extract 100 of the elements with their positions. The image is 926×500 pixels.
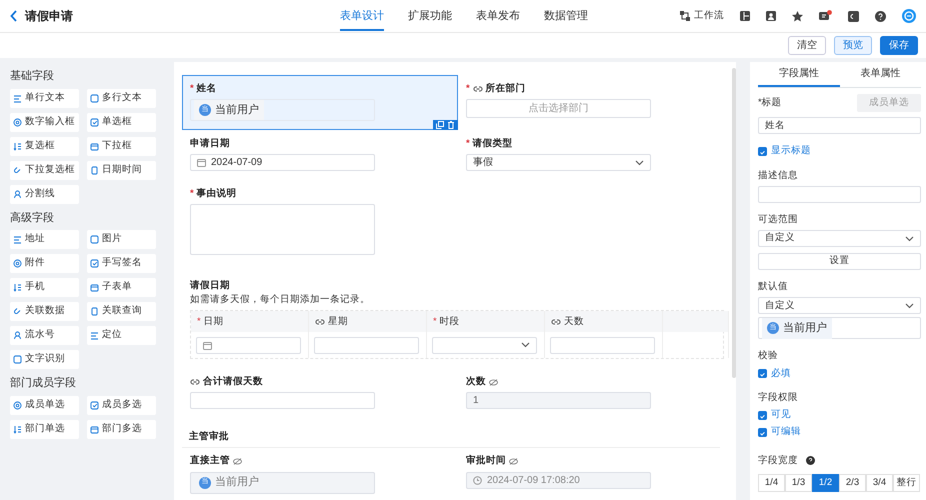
width-option[interactable]: 2/3 xyxy=(839,474,866,492)
checkbox[interactable] xyxy=(758,146,767,156)
checkbox[interactable] xyxy=(758,369,767,378)
link-icon xyxy=(472,85,483,93)
field-type-icon xyxy=(13,190,22,198)
field-type-item[interactable]: 定位 xyxy=(87,326,156,345)
field-type-item[interactable]: 下拉复选框 xyxy=(10,160,79,180)
panel-tab[interactable]: 字段属性 xyxy=(758,62,840,87)
width-option[interactable]: 1/2 xyxy=(812,474,839,492)
group-title: 部门成员字段 xyxy=(10,376,77,391)
description-input[interactable] xyxy=(758,186,921,203)
field-type-item[interactable]: 部门单选 xyxy=(10,420,79,438)
text-field[interactable] xyxy=(190,392,375,410)
select-field[interactable]: 事假 xyxy=(466,154,651,171)
field-type-item[interactable]: 日期时间 xyxy=(87,160,156,180)
field-label: 事由说明 xyxy=(196,186,237,201)
nav-tab[interactable]: 数据管理 xyxy=(544,0,588,32)
field-type-item[interactable]: 手机 xyxy=(10,278,79,297)
range-select[interactable]: 自定义 xyxy=(758,230,921,247)
field-type-icon xyxy=(13,307,22,316)
field-type-item[interactable]: 图片 xyxy=(87,230,156,249)
title-input[interactable]: 姓名 xyxy=(758,117,921,134)
chevron-down-icon xyxy=(905,302,914,309)
field-type-item[interactable]: 分割线 xyxy=(10,184,79,204)
field-type-item[interactable]: 成员多选 xyxy=(87,396,156,414)
panel-tab[interactable]: 表单属性 xyxy=(840,62,921,87)
field-type-item[interactable]: 下拉框 xyxy=(87,136,156,156)
field-type-item[interactable]: 复选框 xyxy=(10,136,79,156)
width-option[interactable]: 1/4 xyxy=(758,474,785,492)
action-button[interactable]: 清空 xyxy=(788,36,826,55)
property-label: 字段宽度 xyxy=(758,454,798,468)
help-icon[interactable] xyxy=(875,10,886,22)
delete-icon[interactable] xyxy=(447,121,455,129)
action-button[interactable]: 保存 xyxy=(880,36,918,55)
field-type-item[interactable]: 子表单 xyxy=(87,278,156,297)
back-icon[interactable] xyxy=(10,10,17,22)
field-type-icon xyxy=(90,94,99,102)
action-button[interactable]: 预览 xyxy=(834,36,872,55)
property-label: *标题 xyxy=(758,96,782,110)
select-field[interactable] xyxy=(432,336,537,354)
section-title: 主管审批 xyxy=(182,418,720,448)
property-label: 描述信息 xyxy=(758,168,799,182)
help-icon xyxy=(806,456,815,466)
text-field[interactable] xyxy=(314,336,419,354)
field-type-item[interactable]: 多行文本 xyxy=(87,88,156,108)
property-label: 可选范围 xyxy=(758,212,799,227)
field-type-item[interactable]: 单选框 xyxy=(87,112,156,132)
field-type-item[interactable]: 附件 xyxy=(10,254,79,273)
field-type-item[interactable]: 流水号 xyxy=(10,326,79,345)
nav-tab[interactable]: 表单发布 xyxy=(476,0,520,32)
nav-tab[interactable]: 表单设计 xyxy=(340,0,384,32)
hidden-icon xyxy=(509,458,518,465)
required-mark: * xyxy=(197,314,201,329)
default-select[interactable]: 自定义 xyxy=(758,297,921,314)
star-icon[interactable] xyxy=(792,10,803,22)
field-type-item[interactable]: 文字识别 xyxy=(10,350,79,369)
width-option[interactable]: 3/4 xyxy=(866,474,893,492)
date-field[interactable]: 2024-07-09 xyxy=(190,154,375,171)
nav-tab[interactable]: 扩展功能 xyxy=(408,0,452,32)
field-type-item[interactable]: 地址 xyxy=(10,230,79,249)
field-type-icon xyxy=(90,166,99,174)
checkbox-label: 可见 xyxy=(771,408,791,422)
field-type-item[interactable]: 部门多选 xyxy=(87,420,156,438)
field-type-item[interactable]: 数字输入框 xyxy=(10,112,79,132)
date-field[interactable] xyxy=(196,336,301,354)
group-title: 基础字段 xyxy=(10,68,55,84)
workflow-icon[interactable] xyxy=(680,11,690,21)
settings-button[interactable]: 设置 xyxy=(758,253,921,270)
field-type-icon xyxy=(90,400,99,410)
field-type-icon xyxy=(13,355,22,364)
link-icon xyxy=(315,318,325,326)
width-option[interactable]: 整行 xyxy=(893,474,920,492)
field-type-item[interactable]: 单行文本 xyxy=(10,88,79,108)
select-value: 自定义 xyxy=(765,231,795,246)
field-label: 审批时间 xyxy=(466,454,506,468)
field-type-item[interactable]: 成员单选 xyxy=(10,396,79,414)
width-option[interactable]: 1/3 xyxy=(785,474,812,492)
field-type-item[interactable]: 关联数据 xyxy=(10,302,79,321)
checkbox[interactable] xyxy=(758,428,767,437)
field-label: 姓名 xyxy=(196,82,217,96)
user-card-icon[interactable] xyxy=(766,11,776,21)
checkbox[interactable] xyxy=(758,410,767,420)
copy-icon[interactable] xyxy=(436,121,444,129)
field-type-item[interactable]: 手写签名 xyxy=(87,254,156,273)
text-field[interactable] xyxy=(550,336,655,354)
avatar-icon[interactable] xyxy=(902,9,916,23)
field-type-item[interactable]: 关联查询 xyxy=(87,302,156,321)
field-type-icon xyxy=(13,94,22,102)
layout-icon[interactable] xyxy=(740,11,750,21)
field-type-icon xyxy=(90,142,99,150)
workflow-link[interactable]: 工作流 xyxy=(694,8,724,24)
field-type-icon xyxy=(13,424,22,434)
message-icon[interactable] xyxy=(819,10,832,22)
field-type-icon xyxy=(90,424,99,434)
field-type-icon xyxy=(13,259,22,268)
field-label: 合计请假天数 xyxy=(203,375,263,390)
field-type-icon xyxy=(13,118,22,126)
language-icon[interactable] xyxy=(848,10,859,22)
property-label: 默认值 xyxy=(758,280,789,294)
required-mark: * xyxy=(190,186,194,201)
